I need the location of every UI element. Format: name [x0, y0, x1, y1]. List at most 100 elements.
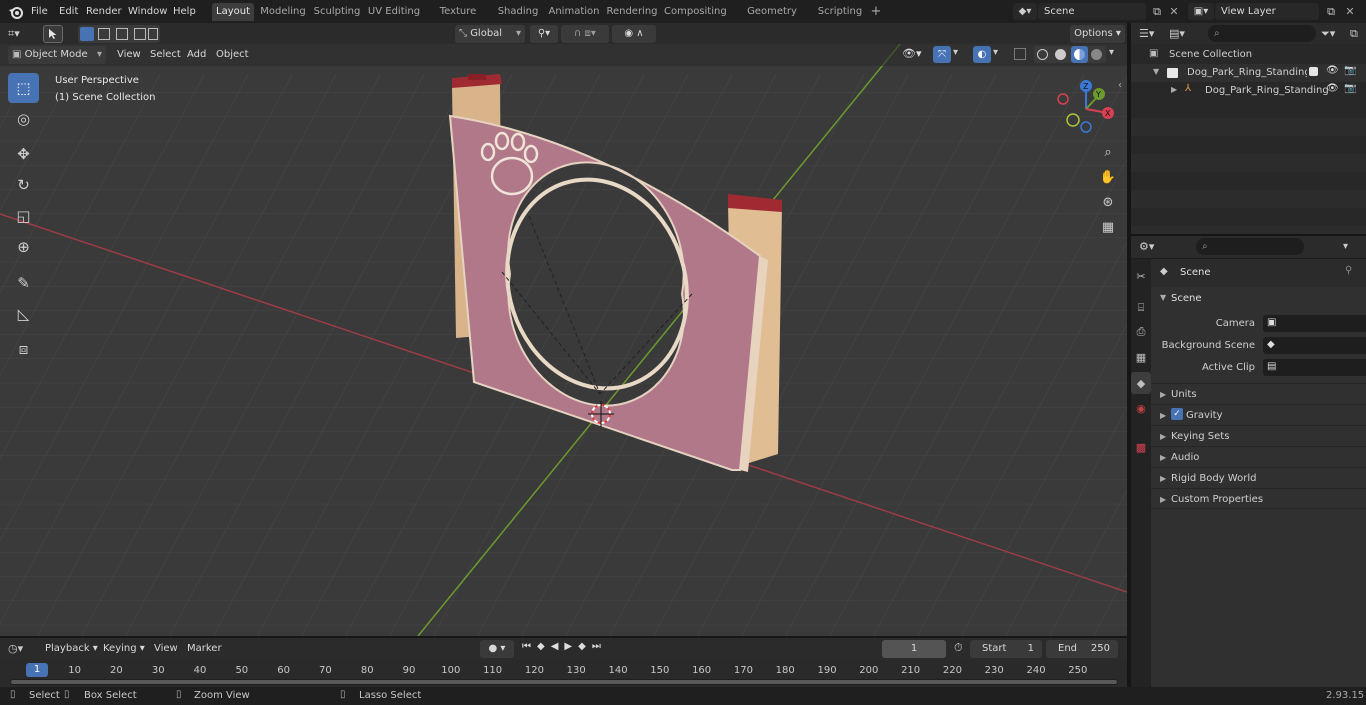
timeline-menu-view[interactable]: View — [149, 640, 183, 657]
chevron-down-icon[interactable]: ▾ — [993, 47, 1005, 58]
camera-view-icon[interactable]: ⊛ — [1097, 191, 1119, 213]
gravity-checkbox[interactable]: ✓ — [1171, 408, 1183, 420]
timeline-menu-marker[interactable]: Marker — [182, 640, 227, 657]
eye-icon[interactable]: 👁 — [1326, 65, 1339, 76]
blender-logo-icon[interactable] — [8, 4, 24, 20]
start-frame-field[interactable]: Start 1 — [970, 640, 1042, 658]
perspective-toggle-icon[interactable]: ▦ — [1097, 216, 1119, 238]
chevron-down-icon[interactable]: ▾ — [1343, 238, 1359, 255]
gizmo-toggle-icon[interactable]: ⤧ — [933, 46, 951, 63]
chevron-right-icon[interactable]: ▶ — [1171, 85, 1177, 94]
snap-toggle[interactable]: ∩ ⧈▾ — [561, 25, 609, 43]
active-clip-field[interactable]: ▤ — [1263, 359, 1366, 376]
select-box-icon[interactable]: ⬚ — [8, 73, 39, 103]
add-workspace-icon[interactable]: + — [869, 5, 883, 19]
scene-name-field[interactable]: Scene — [1038, 3, 1146, 20]
eye-icon[interactable]: 👁 — [1326, 83, 1339, 94]
overlay-toggle-icon[interactable]: ◐ — [973, 46, 991, 63]
output-tab-icon[interactable]: ⎙ — [1131, 321, 1151, 343]
navigation-gizmo[interactable]: Z Y X — [1050, 77, 1120, 139]
rigid-body-world-panel-header[interactable]: ▶ Rigid Body World ⠿⠿ — [1151, 467, 1366, 488]
scene-selector-icon[interactable]: ◆▾ — [1013, 3, 1037, 20]
gravity-panel-header[interactable]: ▶ ✓ Gravity ⠿⠿ — [1151, 404, 1366, 425]
outliner-row-collection[interactable]: ▼ Dog_Park_Ring_Standing_Rec 👁 📷 — [1131, 64, 1366, 82]
xray-toggle-icon[interactable] — [1014, 48, 1026, 60]
current-frame-field[interactable]: 1 — [882, 640, 946, 658]
tab-shading[interactable]: Shading — [494, 3, 542, 21]
outliner-search-input[interactable]: ⌕ — [1208, 25, 1316, 42]
wireframe-shading-icon[interactable] — [1037, 49, 1048, 60]
menu-file[interactable]: File — [26, 3, 53, 20]
end-frame-field[interactable]: End 250 — [1046, 640, 1118, 658]
pivot-point-dropdown[interactable]: ⚲▾ — [530, 25, 558, 43]
menu-window[interactable]: Window — [123, 3, 172, 20]
timeline-scrollbar[interactable] — [10, 679, 1118, 685]
object-mode-dropdown[interactable]: ▣ Object Mode ▾ — [8, 46, 106, 64]
pan-hand-icon[interactable]: ✋ — [1097, 166, 1119, 188]
stopwatch-icon[interactable]: ⏱ — [954, 641, 963, 655]
3d-viewport[interactable]: User Perspective (1) Scene Collection ⬚ … — [0, 44, 1127, 636]
tab-rendering[interactable]: Rendering — [606, 3, 658, 21]
scene-panel-header[interactable]: ▼ Scene ⠿⠿ — [1151, 289, 1366, 309]
scene-tab-icon[interactable]: ◆ — [1131, 372, 1151, 394]
tab-sculpting[interactable]: Sculpting — [312, 3, 362, 21]
sidebar-toggle-icon[interactable]: ‹ — [1118, 80, 1122, 91]
delete-view-layer-icon[interactable]: ✕ — [1343, 3, 1357, 20]
custom-properties-panel-header[interactable]: ▶ Custom Properties ⠿⠿ — [1151, 488, 1366, 509]
annotate-icon[interactable]: ✎ — [8, 268, 39, 298]
view-layer-tab-icon[interactable]: ▦ — [1131, 346, 1151, 368]
audio-panel-header[interactable]: ▶ Audio ⠿⠿ — [1151, 446, 1366, 467]
chevron-down-icon[interactable]: ▾ — [953, 47, 965, 58]
world-tab-icon[interactable]: ◉ — [1131, 397, 1151, 419]
tab-animation[interactable]: Animation — [546, 3, 602, 21]
render-tab-icon[interactable]: ⌸ — [1131, 297, 1151, 319]
tab-geometry-nodes[interactable]: Geometry Nodes — [732, 3, 812, 35]
new-collection-icon[interactable]: ⧉ — [1350, 25, 1364, 42]
editor-type-icon[interactable]: ⌗▾ — [8, 25, 34, 42]
viewport-menu-object[interactable]: Object — [211, 46, 254, 63]
move-icon[interactable]: ✥ — [8, 139, 39, 169]
units-panel-header[interactable]: ▶ Units ⠿⠿ — [1151, 383, 1366, 404]
solid-shading-icon[interactable] — [1055, 49, 1066, 60]
outliner-row-object[interactable]: ▶ ⅄ Dog_Park_Ring_Standing 👁 📷 — [1131, 82, 1366, 100]
visibility-toggle-icon[interactable]: 👁▾ — [902, 47, 928, 63]
select-new-icon[interactable] — [80, 27, 94, 41]
prev-keyframe-icon[interactable]: ◆ — [537, 641, 551, 652]
cursor-icon[interactable]: ◎ — [8, 104, 39, 134]
outliner-editor-type-icon[interactable]: ☰▾ — [1139, 25, 1165, 42]
view-layer-selector-icon[interactable]: ▣▾ — [1188, 3, 1214, 20]
tool-tab-icon[interactable]: ✂ — [1131, 265, 1151, 287]
proportional-edit-toggle[interactable]: ◉ ∧ — [612, 25, 656, 43]
select-intersect-icon[interactable] — [148, 28, 158, 40]
transform-icon[interactable]: ⊕ — [8, 232, 39, 262]
tab-compositing[interactable]: Compositing — [664, 3, 727, 21]
viewport-menu-select[interactable]: Select — [145, 46, 186, 63]
tab-layout[interactable]: Layout — [212, 3, 254, 21]
jump-start-icon[interactable]: ⏮ — [522, 641, 537, 652]
material-preview-shading-icon[interactable] — [1071, 46, 1088, 63]
tab-uv-editing[interactable]: UV Editing — [366, 3, 422, 21]
timeline-menu-playback[interactable]: Playback ▾ — [40, 640, 103, 657]
new-view-layer-icon[interactable]: ⧉ — [1322, 3, 1340, 20]
timeline-menu-keying[interactable]: Keying ▾ — [98, 640, 150, 657]
outliner-row-scene-collection[interactable]: ▣ Scene Collection — [1131, 46, 1366, 64]
texture-tab-icon[interactable]: ▩ — [1131, 436, 1151, 458]
auto-keying-toggle[interactable]: ● ▾ — [480, 640, 514, 658]
rotate-icon[interactable]: ↻ — [8, 170, 39, 200]
properties-editor-type-icon[interactable]: ⚙▾ — [1139, 238, 1165, 255]
measure-icon[interactable]: ◺ — [8, 299, 39, 329]
select-extend-icon[interactable] — [98, 28, 110, 40]
chevron-down-icon[interactable]: ▾ — [1109, 47, 1121, 58]
camera-render-icon[interactable]: 📷 — [1344, 65, 1356, 76]
camera-field[interactable]: ▣✒ — [1263, 315, 1366, 332]
menu-edit[interactable]: Edit — [54, 3, 83, 20]
display-mode-icon[interactable]: ▤▾ — [1169, 25, 1195, 42]
select-invert-icon[interactable] — [134, 28, 146, 40]
properties-search-input[interactable]: ⌕ — [1196, 238, 1304, 255]
next-keyframe-icon[interactable]: ◆ — [578, 641, 592, 652]
pin-icon[interactable]: ⚲ — [1345, 265, 1352, 276]
chevron-down-icon[interactable]: ▼ — [1153, 67, 1159, 76]
exclude-checkbox-icon[interactable] — [1309, 67, 1318, 76]
viewport-menu-add[interactable]: Add — [182, 46, 211, 63]
zoom-icon[interactable]: ⌕ — [1097, 141, 1119, 163]
